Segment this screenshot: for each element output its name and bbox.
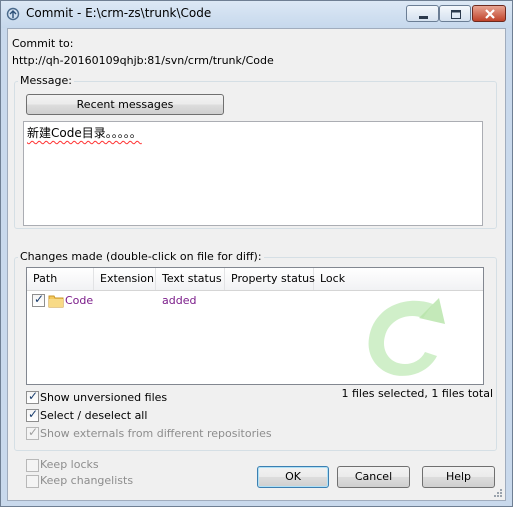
row-text-status: added bbox=[162, 294, 197, 307]
column-header-property-status[interactable]: Property status bbox=[225, 268, 315, 290]
row-path: Code bbox=[65, 294, 94, 307]
keep-locks-label: Keep locks bbox=[40, 458, 99, 471]
cancel-button[interactable]: Cancel bbox=[337, 466, 410, 488]
commit-to-label: Commit to: bbox=[12, 37, 74, 50]
window-title: Commit - E:\crm-zs\trunk\Code bbox=[26, 6, 212, 20]
show-externals-checkbox bbox=[26, 425, 39, 440]
changes-group-label: Changes made (double-click on file for d… bbox=[18, 250, 264, 263]
close-icon bbox=[485, 9, 495, 19]
keep-changelists-label: Keep changelists bbox=[40, 474, 134, 487]
row-checkbox[interactable] bbox=[32, 292, 45, 307]
maximize-icon bbox=[451, 10, 461, 19]
changes-list-header: Path Extension Text status Property stat… bbox=[27, 268, 483, 291]
minimize-button[interactable] bbox=[406, 5, 439, 22]
show-externals-label: Show externals from different repositori… bbox=[40, 427, 272, 440]
minimize-icon bbox=[419, 16, 428, 19]
changes-list[interactable]: Path Extension Text status Property stat… bbox=[26, 267, 484, 385]
message-group-label: Message: bbox=[18, 74, 74, 87]
keep-locks-checkbox bbox=[26, 459, 39, 472]
select-all-label[interactable]: Select / deselect all bbox=[40, 409, 147, 422]
commit-to-url: http://qh-20160109qhjb:81/svn/crm/trunk/… bbox=[12, 54, 274, 67]
column-header-path[interactable]: Path bbox=[27, 268, 94, 290]
column-header-text-status[interactable]: Text status bbox=[156, 268, 225, 290]
table-row[interactable]: Code added bbox=[27, 291, 483, 310]
folder-icon bbox=[48, 295, 64, 308]
column-header-lock[interactable]: Lock bbox=[314, 268, 483, 290]
help-button[interactable]: Help bbox=[422, 466, 495, 488]
maximize-button[interactable] bbox=[439, 5, 471, 22]
show-unversioned-label[interactable]: Show unversioned files bbox=[40, 391, 167, 404]
close-button[interactable] bbox=[472, 5, 506, 22]
column-header-extension[interactable]: Extension bbox=[94, 268, 156, 290]
commit-dialog-window: Commit - E:\crm-zs\trunk\Code Commit to:… bbox=[0, 0, 513, 507]
show-unversioned-checkbox[interactable] bbox=[26, 389, 39, 404]
selection-summary: 1 files selected, 1 files total bbox=[341, 387, 493, 400]
recent-messages-button[interactable]: Recent messages bbox=[26, 94, 224, 115]
message-text: 新建Code目录。。。。。 bbox=[27, 126, 142, 140]
resize-grip-icon[interactable] bbox=[493, 488, 503, 498]
ok-button[interactable]: OK bbox=[257, 466, 329, 488]
select-all-checkbox[interactable] bbox=[26, 407, 39, 422]
title-bar[interactable]: Commit - E:\crm-zs\trunk\Code bbox=[1, 1, 512, 28]
tortoise-svn-commit-icon bbox=[6, 7, 20, 21]
dialog-client-area: Commit to: http://qh-20160109qhjb:81/svn… bbox=[7, 28, 506, 501]
message-textarea[interactable]: 新建Code目录。。。。。 bbox=[23, 121, 483, 226]
keep-changelists-checkbox bbox=[26, 475, 39, 488]
